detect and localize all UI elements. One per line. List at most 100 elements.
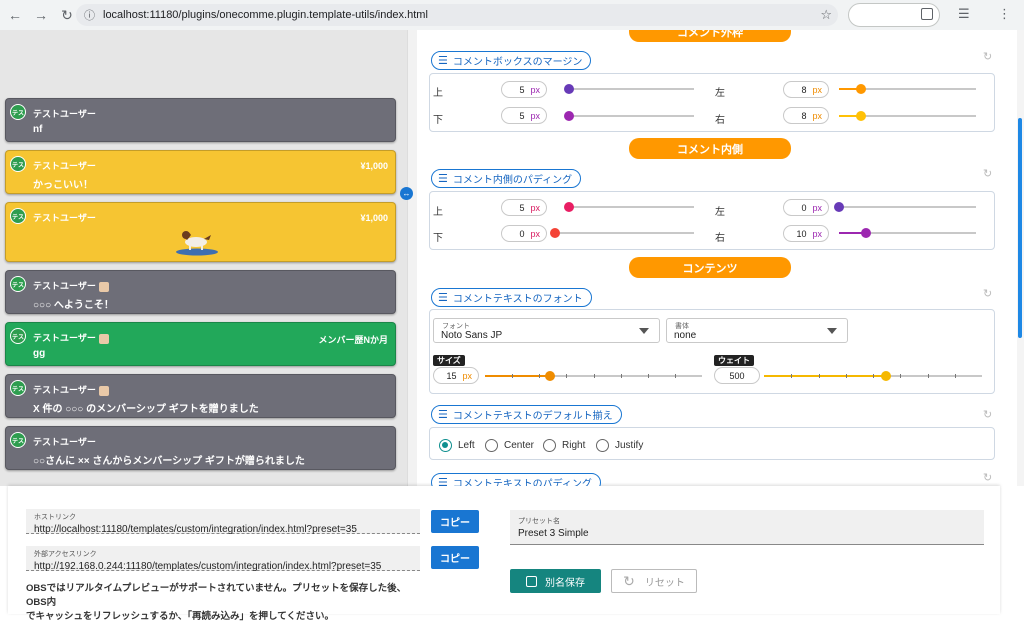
padding-top-input[interactable]: 5 px [501,199,547,216]
comment-message: gg [33,348,46,359]
align-justify-radio[interactable]: Justify [596,439,643,452]
margin-right-input[interactable]: 8 px [783,107,829,124]
section-header-contents[interactable]: コンテンツ [629,257,791,278]
reset-icon[interactable]: ↻ [983,408,992,421]
margin-left-slider[interactable] [839,84,976,94]
comment-item: テス テストユーザー メンバー歴Nか月 gg [5,322,396,366]
avatar: テス [10,156,26,172]
align-right-radio[interactable]: Right [543,439,585,452]
comment-amount: メンバー歴Nか月 [318,335,389,345]
reset-icon[interactable]: ↻ [983,167,992,180]
section-header-outer[interactable]: コメント外枠 [629,30,791,42]
avatar: テス [10,380,26,396]
font-size-input[interactable]: 15 px [433,367,479,384]
tune-icon: ☰ [438,409,448,421]
sticker-dog-icon [176,231,218,256]
reload-icon[interactable]: ↻ [56,4,78,26]
text-padding-section-title[interactable]: ☰ コメントテキストのパディング [431,473,601,486]
comment-message: かっこいい！ [33,180,93,191]
margin-top-label: 上 [433,88,443,99]
font-section-title[interactable]: ☰ コメントテキストのフォント [431,288,592,307]
margin-section-title[interactable]: ☰ コメントボックスのマージン [431,51,592,70]
font-style-select[interactable]: 書体 none [666,318,848,343]
resize-handle-icon[interactable]: ↔ [400,187,413,200]
avatar: テス [10,432,26,448]
comment-item: テス テストユーザー X 件の ○○○ のメンバーシップ ギフトを贈りました [5,374,396,418]
font-size-slider[interactable] [485,371,702,381]
url-text: localhost:11180/plugins/onecomme.plugin.… [103,9,428,21]
copy-host-link-button[interactable]: コピー [431,510,479,533]
comment-author: テストユーザー [33,213,96,223]
split-divider[interactable] [407,30,417,486]
padding-left-slider[interactable] [834,202,976,212]
align-section-title[interactable]: ☰ コメントテキストのデフォルト揃え [431,405,622,424]
tune-icon: ☰ [438,173,448,185]
padding-left-input[interactable]: 0 px [783,199,829,216]
comment-amount: ¥1,000 [360,213,388,223]
comment-author: テストユーザー [33,383,109,396]
padding-top-slider[interactable] [563,202,694,212]
font-weight-slider[interactable] [764,371,982,381]
align-left-radio[interactable]: Left [439,439,475,452]
comment-item: テス テストユーザー ¥1,000 かっこいい！ [5,150,396,194]
host-link-field[interactable]: ホストリンク http://localhost:11180/templates/… [26,509,420,535]
external-link-field[interactable]: 外部アクセスリンク http://192.168.0.244:11180/tem… [26,546,420,572]
comment-item: テス テストユーザー nf [5,98,396,142]
avatar: テス [10,328,26,344]
slider-thumb[interactable] [563,84,574,94]
margin-top-input[interactable]: 5 px [501,81,547,98]
margin-left-input[interactable]: 8 px [783,81,829,98]
margin-bottom-input[interactable]: 5 px [501,107,547,124]
padding-right-input[interactable]: 10 px [783,225,829,242]
padding-section-title[interactable]: ☰ コメント内側のパディング [431,169,582,188]
bookmark-star-icon[interactable]: ☆ [820,7,832,23]
padding-bottom-label: 下 [433,233,443,244]
reset-button[interactable]: ↻ リセット [611,569,697,593]
address-bar[interactable]: ⓘ localhost:11180/plugins/onecomme.plugi… [76,4,838,26]
slider-thumb[interactable] [563,202,574,212]
section-header-inner[interactable]: コメント内側 [629,138,791,159]
menu-icon[interactable]: ⋮ [998,6,1011,22]
comment-author: テストユーザー [33,331,109,344]
back-icon[interactable]: ← [4,4,26,26]
media-icon[interactable]: ☰ [958,6,970,22]
comment-item: テス テストユーザー ○○○ へようこそ！ [5,270,396,314]
comment-author: テストユーザー [33,109,96,119]
reset-icon[interactable]: ↻ [983,287,992,300]
slider-thumb[interactable] [855,84,866,94]
padding-bottom-input[interactable]: 0 px [501,225,547,242]
comment-amount: ¥1,000 [360,161,388,171]
slider-thumb[interactable] [550,228,560,238]
slider-thumb[interactable] [563,111,574,121]
dropdown-arrow-icon [639,328,649,334]
comment-message: ○○さんに ×× さんからメンバーシップ ギフトが贈られました [33,456,305,467]
forward-icon[interactable]: → [30,4,52,26]
slider-thumb[interactable] [855,111,866,121]
reset-icon[interactable]: ↻ [983,471,992,484]
padding-left-label: 左 [715,207,725,218]
margin-right-slider[interactable] [839,111,976,121]
comment-message: ○○○ へようこそ！ [33,300,114,311]
member-badge-icon [98,385,109,396]
avatar: テス [10,276,26,292]
size-chip: サイズ [433,355,465,366]
padding-right-slider[interactable] [839,228,976,238]
save-as-button[interactable]: 別名保存 [510,569,601,593]
settings-scrollbar-thumb[interactable] [1018,118,1022,338]
margin-bottom-slider[interactable] [563,111,694,121]
preset-name-field[interactable]: プリセット名 Preset 3 Simple [510,510,984,545]
site-info-icon[interactable]: ⓘ [84,7,95,23]
comment-message: nf [33,124,43,135]
font-family-select[interactable]: フォント Noto Sans JP [433,318,660,343]
copy-external-link-button[interactable]: コピー [431,546,479,569]
margin-top-slider[interactable] [563,84,694,94]
font-weight-input[interactable]: 500 [714,367,760,384]
align-center-radio[interactable]: Center [485,439,534,452]
extension-box[interactable] [848,3,940,27]
slider-thumb[interactable] [834,202,844,212]
extension-icon[interactable] [921,8,933,20]
margin-right-label: 右 [715,115,725,126]
comment-item: テス テストユーザー ¥1,000 [5,202,396,262]
reset-icon[interactable]: ↻ [983,50,992,63]
padding-bottom-slider[interactable] [550,228,694,238]
